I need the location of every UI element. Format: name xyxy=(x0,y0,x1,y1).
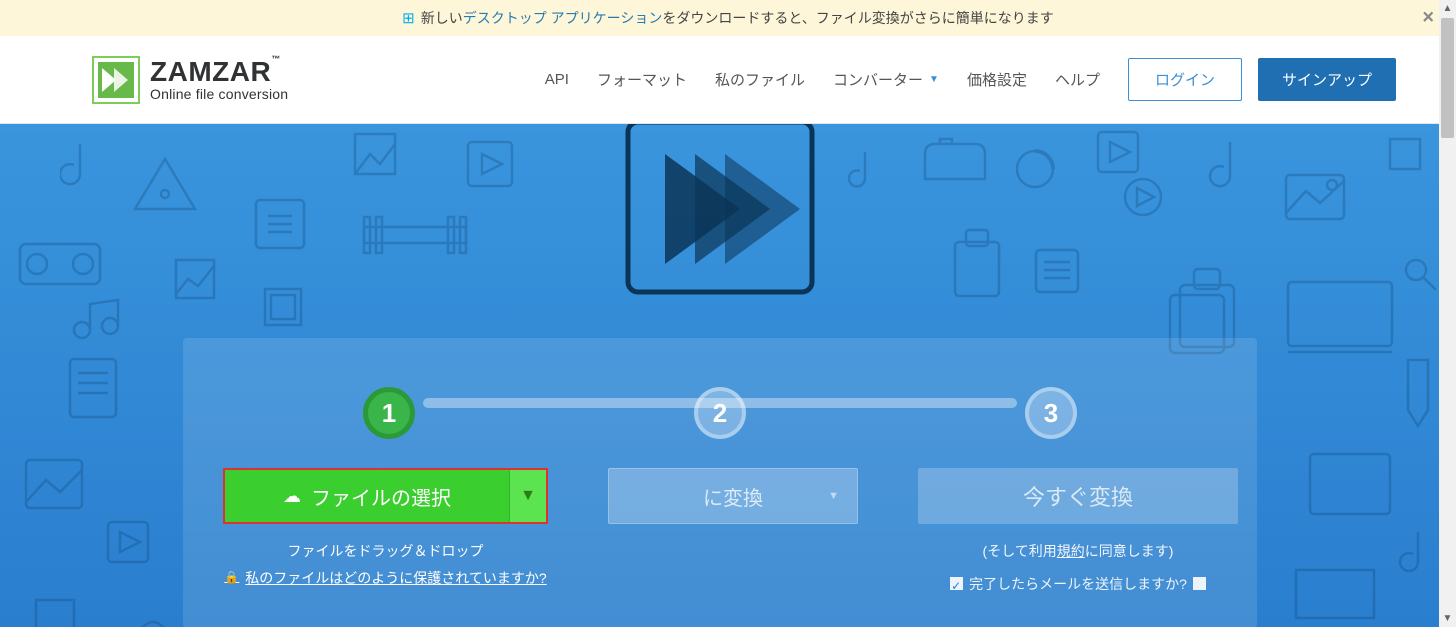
nav-myfiles[interactable]: 私のファイル xyxy=(715,69,805,90)
logo[interactable]: ZAMZAR™ Online file conversion xyxy=(92,56,288,104)
terms-link[interactable]: 規約 xyxy=(1057,543,1085,559)
step-3-column: 今すぐ変換 (そして利用規約に同意します) 完了したらメールを送信しますか? xyxy=(918,468,1238,597)
convert-now-button[interactable]: 今すぐ変換 xyxy=(918,468,1238,524)
email-checkbox-checked-icon xyxy=(950,577,963,590)
nav-links: API フォーマット 私のファイル コンバーター ▼ 価格設定 ヘルプ xyxy=(545,69,1100,90)
banner-suffix: をダウンロードすると、ファイル変換がさらに簡単になります xyxy=(662,8,1053,28)
terms-agree: (そして利用規約に同意します) xyxy=(950,538,1206,565)
close-icon[interactable]: × xyxy=(1422,7,1434,30)
banner-prefix: 新しい xyxy=(421,8,463,28)
nav-format[interactable]: フォーマット xyxy=(597,69,687,90)
choose-file-label: ファイルの選択 xyxy=(311,482,451,511)
convert-to-label: に変換 xyxy=(703,482,763,511)
step-2-column: に変換 ▼ xyxy=(608,468,858,597)
brand-tagline: Online file conversion xyxy=(150,87,288,102)
login-button[interactable]: ログイン xyxy=(1128,58,1242,101)
scroll-down-arrow-icon[interactable]: ▼ xyxy=(1439,610,1456,627)
promo-banner: ⊞ 新しい デスクトップ アプリケーション をダウンロードすると、ファイル変換が… xyxy=(0,0,1456,36)
nav-api[interactable]: API xyxy=(545,71,569,88)
email-done-label: 完了したらメールを送信しますか? xyxy=(969,571,1187,598)
nav-help[interactable]: ヘルプ xyxy=(1055,69,1100,90)
nav-pricing[interactable]: 価格設定 xyxy=(967,69,1027,90)
upload-icon: ☁ xyxy=(283,486,301,507)
lock-icon: 🔒 xyxy=(224,566,239,589)
convert-to-select[interactable]: に変換 ▼ xyxy=(608,468,858,524)
windows-icon: ⊞ xyxy=(402,9,415,27)
choose-file-button[interactable]: ☁ ファイルの選択 xyxy=(225,470,510,522)
step-1: 1 xyxy=(363,387,415,439)
logo-mark-icon xyxy=(92,56,140,104)
hero-section: 1 2 3 ☁ ファイルの選択 ▼ ファイルをドラッグ＆ドロップ xyxy=(0,124,1456,627)
file-protection-link[interactable]: 🔒 私のファイルはどのように保護されていますか? xyxy=(224,565,546,592)
step-2: 2 xyxy=(694,387,746,439)
scroll-up-arrow-icon[interactable]: ▲ xyxy=(1439,0,1456,17)
banner-highlight-link[interactable]: デスクトップ アプリケーション xyxy=(463,8,663,28)
scrollbar[interactable]: ▲ ▼ xyxy=(1439,0,1456,627)
scrollbar-thumb[interactable] xyxy=(1441,18,1454,138)
convert-now-label: 今すぐ変換 xyxy=(1023,480,1133,512)
nav-converter-label: コンバーター xyxy=(833,69,923,90)
chevron-down-icon: ▼ xyxy=(929,74,939,85)
choose-file-group: ☁ ファイルの選択 ▼ xyxy=(223,468,548,524)
nav-converter[interactable]: コンバーター ▼ xyxy=(833,69,939,90)
chevron-down-icon: ▼ xyxy=(828,490,839,502)
steps-indicator: 1 2 3 xyxy=(223,368,1217,458)
navbar: ZAMZAR™ Online file conversion API フォーマッ… xyxy=(0,36,1456,124)
email-checkbox[interactable] xyxy=(1193,577,1206,590)
step-1-subtext: ファイルをドラッグ＆ドロップ 🔒 私のファイルはどのように保護されていますか? xyxy=(224,538,546,591)
choose-file-dropdown[interactable]: ▼ xyxy=(510,470,546,522)
chevron-down-icon: ▼ xyxy=(520,487,536,505)
step-3: 3 xyxy=(1025,387,1077,439)
signup-button[interactable]: サインアップ xyxy=(1258,58,1396,101)
brand-name: ZAMZAR™ xyxy=(150,57,288,86)
drag-drop-hint: ファイルをドラッグ＆ドロップ xyxy=(224,538,546,565)
step-1-column: ☁ ファイルの選択 ▼ ファイルをドラッグ＆ドロップ 🔒 私のファイルはどのよう… xyxy=(223,468,548,597)
step-3-subtext: (そして利用規約に同意します) 完了したらメールを送信しますか? xyxy=(950,538,1206,597)
converter-panel: 1 2 3 ☁ ファイルの選択 ▼ ファイルをドラッグ＆ドロップ xyxy=(183,338,1257,627)
